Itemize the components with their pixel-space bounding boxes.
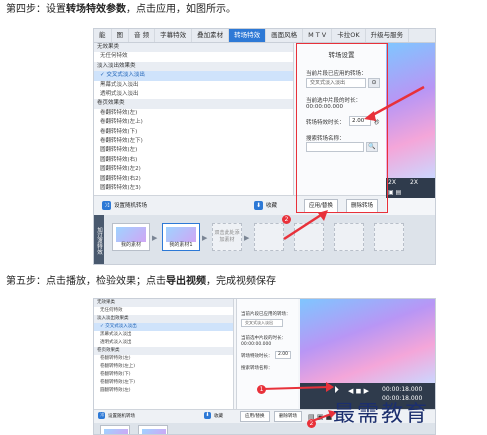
step4-text: 第四步：设置转场特效参数，点击应用，如图所示。 [6,4,236,15]
screenshot-transition-settings: 能图音 频字幕特效 叠加素材 转场特效 画面风格 M T V 卡拉OK 升级与服务 无效果类… [93,28,436,265]
screenshot-playback-export: 无效果类 无任何特效 淡入淡出效果类 ✓ 交叉式淡入淡出 黑幕式淡入淡出 透明式淡入淡出卷… [93,298,436,435]
step5-text: 第五步：点击播放，检验效果；点击导出视频，完成视频保存 [6,276,276,287]
annotation-arrows [283,85,425,241]
watermark-logo: 最需教育 [332,402,429,427]
